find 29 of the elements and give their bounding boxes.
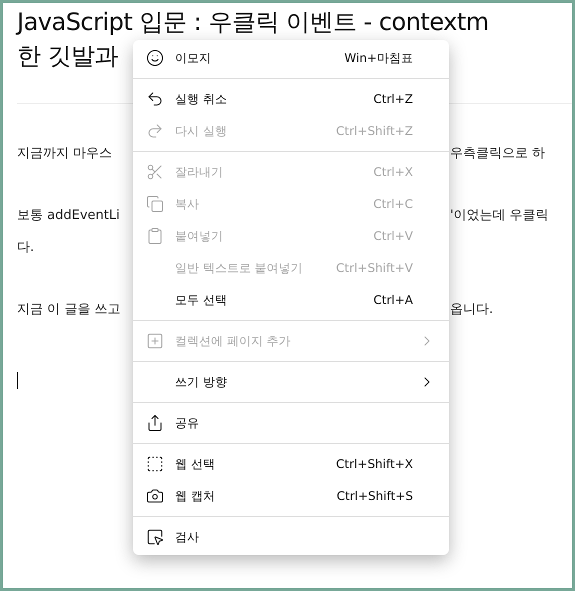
menu-item[interactable]: 실행 취소 Ctrl+Z [133, 83, 449, 115]
article-title: 한 깃발과 [17, 42, 118, 70]
text-cursor [17, 372, 18, 389]
scissors-icon [146, 163, 164, 181]
paragraph-text: 지금까지 마우스 [17, 146, 112, 161]
menu-item[interactable]: 공유 [133, 407, 449, 439]
paragraph-text: 보통 addEventLi [17, 208, 120, 223]
menu-item[interactable]: 모두 선택 Ctrl+A [133, 284, 449, 316]
paragraph-text: 지금 이 글을 쓰고 [17, 302, 120, 317]
camera-icon [146, 487, 164, 505]
paragraph-text: 다. [17, 240, 34, 255]
menu-item[interactable]: 웹 선택 Ctrl+Shift+X [133, 448, 449, 480]
paragraph-text: 옵니다. [450, 301, 494, 319]
menu-item[interactable]: 웹 캡처 Ctrl+Shift+S [133, 480, 449, 512]
smile-icon [146, 49, 164, 67]
menu-item[interactable]: 검사 [133, 521, 449, 553]
menu-item[interactable]: 이모지 Win+마침표 [133, 42, 449, 74]
article-title: JavaScript 입문 : 우클릭 이벤트 - contextm [17, 8, 489, 36]
add-collection-icon [146, 332, 164, 350]
pointer-icon [146, 528, 164, 546]
dashed-square-icon [146, 455, 164, 473]
undo-icon [146, 90, 164, 108]
menu-item[interactable]: 쓰기 방향 [133, 366, 449, 398]
share-icon [146, 414, 164, 432]
paragraph-text: '이었는데 우클릭 [450, 207, 549, 225]
clipboard-icon [146, 227, 164, 245]
paragraph-text: 우측클릭으로 하 [450, 145, 546, 163]
copy-icon [146, 195, 164, 213]
redo-icon [146, 122, 164, 140]
